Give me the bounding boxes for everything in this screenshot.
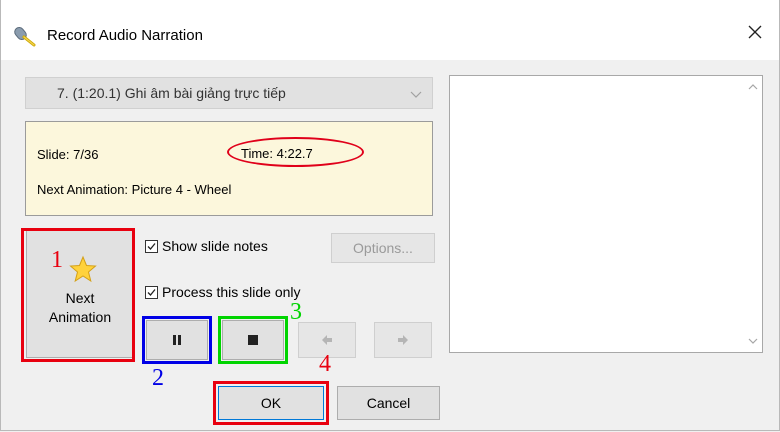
process-this-slide-only-checkbox[interactable]: Process this slide only [145, 284, 301, 300]
record-audio-narration-dialog: Record Audio Narration 7. (1:20.1) Ghi â… [0, 0, 780, 431]
annotation-number-3: 3 [290, 299, 302, 325]
slide-notes-pane[interactable] [449, 75, 763, 353]
checkmark-icon [147, 242, 156, 250]
show-slide-notes-checkbox[interactable]: Show slide notes [145, 238, 268, 254]
stop-icon [248, 335, 258, 345]
options-button[interactable]: Options... [331, 233, 435, 263]
star-icon [69, 255, 97, 283]
title-bar: Record Audio Narration [1, 0, 779, 60]
pause-button[interactable] [146, 320, 208, 360]
slide-counter: Slide: 7/36 [37, 147, 99, 162]
scroll-up-icon[interactable] [748, 82, 758, 92]
time-highlight-oval [227, 137, 364, 167]
scroll-down-icon[interactable] [748, 336, 758, 346]
status-panel: Slide: 7/36 Time: 4:22.7 Next Animation:… [25, 121, 433, 216]
checkmark-icon [147, 288, 156, 296]
next-button[interactable] [374, 322, 432, 358]
close-icon [748, 25, 762, 39]
arrow-right-icon [398, 335, 408, 345]
cancel-button[interactable]: Cancel [337, 386, 440, 420]
notes-scrollbar[interactable] [745, 76, 762, 352]
annotation-number-1: 1 [51, 247, 63, 273]
next-animation-label: Next Animation: Picture 4 - Wheel [37, 182, 232, 197]
checkbox-box[interactable] [145, 239, 158, 253]
next-animation-label-line1: Next [65, 290, 95, 306]
slide-select-value: 7. (1:20.1) Ghi âm bài giảng trực tiếp [57, 85, 286, 101]
window-title: Record Audio Narration [47, 27, 203, 44]
annotation-number-2: 2 [152, 365, 164, 391]
next-animation-button[interactable]: Next Animation [26, 228, 134, 358]
close-button[interactable] [731, 12, 779, 52]
arrow-left-icon [322, 335, 332, 345]
ok-button[interactable]: OK [218, 386, 324, 420]
chevron-down-icon [410, 91, 422, 98]
checkbox-box[interactable] [145, 285, 158, 299]
annotation-number-4: 4 [319, 351, 331, 377]
show-slide-notes-label: Show slide notes [162, 238, 268, 254]
pause-icon [173, 335, 181, 345]
stop-button[interactable] [222, 320, 284, 360]
process-this-slide-only-label: Process this slide only [162, 284, 301, 300]
next-animation-label-line2: Animation [48, 309, 112, 325]
slide-select[interactable]: 7. (1:20.1) Ghi âm bài giảng trực tiếp [25, 77, 433, 109]
microphone-icon [14, 24, 38, 48]
